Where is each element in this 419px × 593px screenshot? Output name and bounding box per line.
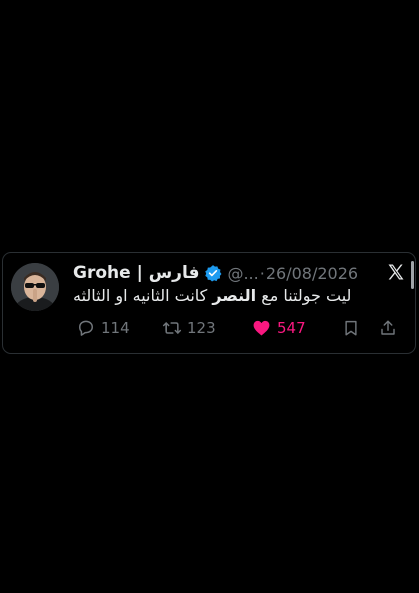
reply-icon — [76, 318, 96, 338]
verified-badge-icon — [204, 264, 222, 282]
reply-button[interactable]: 114 — [76, 317, 130, 339]
avatar[interactable] — [11, 263, 59, 311]
separator-dot: · — [259, 263, 265, 283]
scrollbar[interactable] — [411, 261, 414, 289]
tweet-text-part: كانت الثانيه او الثالثه — [73, 286, 213, 305]
tweet-actions: 114 123 547 — [76, 317, 396, 339]
like-count: 547 — [277, 319, 306, 337]
retweet-button[interactable]: 123 — [162, 317, 216, 339]
display-name[interactable]: Grohe | فارس — [73, 263, 199, 283]
tweet-header: Grohe | فارس @... · 26/08/2026 — [73, 262, 358, 284]
tweet-text-bold: النصر — [212, 286, 257, 305]
bookmark-button[interactable] — [342, 317, 360, 339]
tweet-text-part: ليت جولتنا مع — [256, 286, 352, 305]
like-button[interactable]: 547 — [251, 317, 306, 339]
x-logo-icon[interactable] — [387, 263, 405, 281]
heart-icon — [251, 318, 272, 338]
bookmark-icon — [342, 318, 360, 338]
retweet-icon — [162, 318, 182, 338]
tweet-card[interactable]: Grohe | فارس @... · 26/08/2026 ليت جولتن… — [2, 252, 416, 354]
retweet-count: 123 — [187, 319, 216, 337]
tweet-text: ليت جولتنا مع النصر كانت الثانيه او الثا… — [73, 286, 405, 305]
share-icon — [379, 318, 397, 338]
user-handle[interactable]: @... — [227, 264, 258, 283]
tweet-date[interactable]: 26/08/2026 — [266, 264, 358, 283]
reply-count: 114 — [101, 319, 130, 337]
share-button[interactable] — [379, 317, 397, 339]
